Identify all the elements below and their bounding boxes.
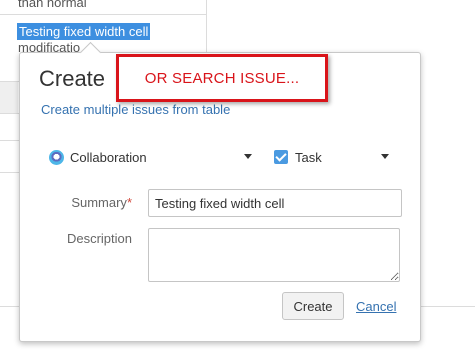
table-row-divider <box>0 14 206 15</box>
chevron-down-icon <box>381 154 389 159</box>
project-select[interactable]: Collaboration <box>49 147 255 167</box>
required-marker: * <box>126 195 132 210</box>
selected-cell-text[interactable]: Testing fixed width cell <box>17 23 151 40</box>
summary-input[interactable] <box>148 189 402 217</box>
summary-label: Summary* <box>40 195 132 210</box>
issue-type-select[interactable]: Task <box>274 147 394 167</box>
create-button[interactable]: Create <box>282 292 344 320</box>
project-avatar-icon <box>49 149 64 165</box>
description-label: Description <box>66 231 132 246</box>
summary-label-text: Summary <box>71 195 127 210</box>
chevron-down-icon <box>244 154 252 159</box>
create-multiple-issues-link[interactable]: Create multiple issues from table <box>41 102 230 117</box>
issue-type-label: Task <box>295 149 322 165</box>
description-textarea[interactable] <box>148 228 400 282</box>
table-row-header-cell <box>0 81 18 113</box>
search-issue-callout: OR SEARCH ISSUE... <box>116 54 328 102</box>
cancel-link[interactable]: Cancel <box>356 299 396 314</box>
table-cell-text: than normal <box>18 0 87 10</box>
project-select-label: Collaboration <box>70 149 147 165</box>
dialog-title: Create <box>39 66 106 91</box>
task-checkbox-icon <box>274 150 288 164</box>
